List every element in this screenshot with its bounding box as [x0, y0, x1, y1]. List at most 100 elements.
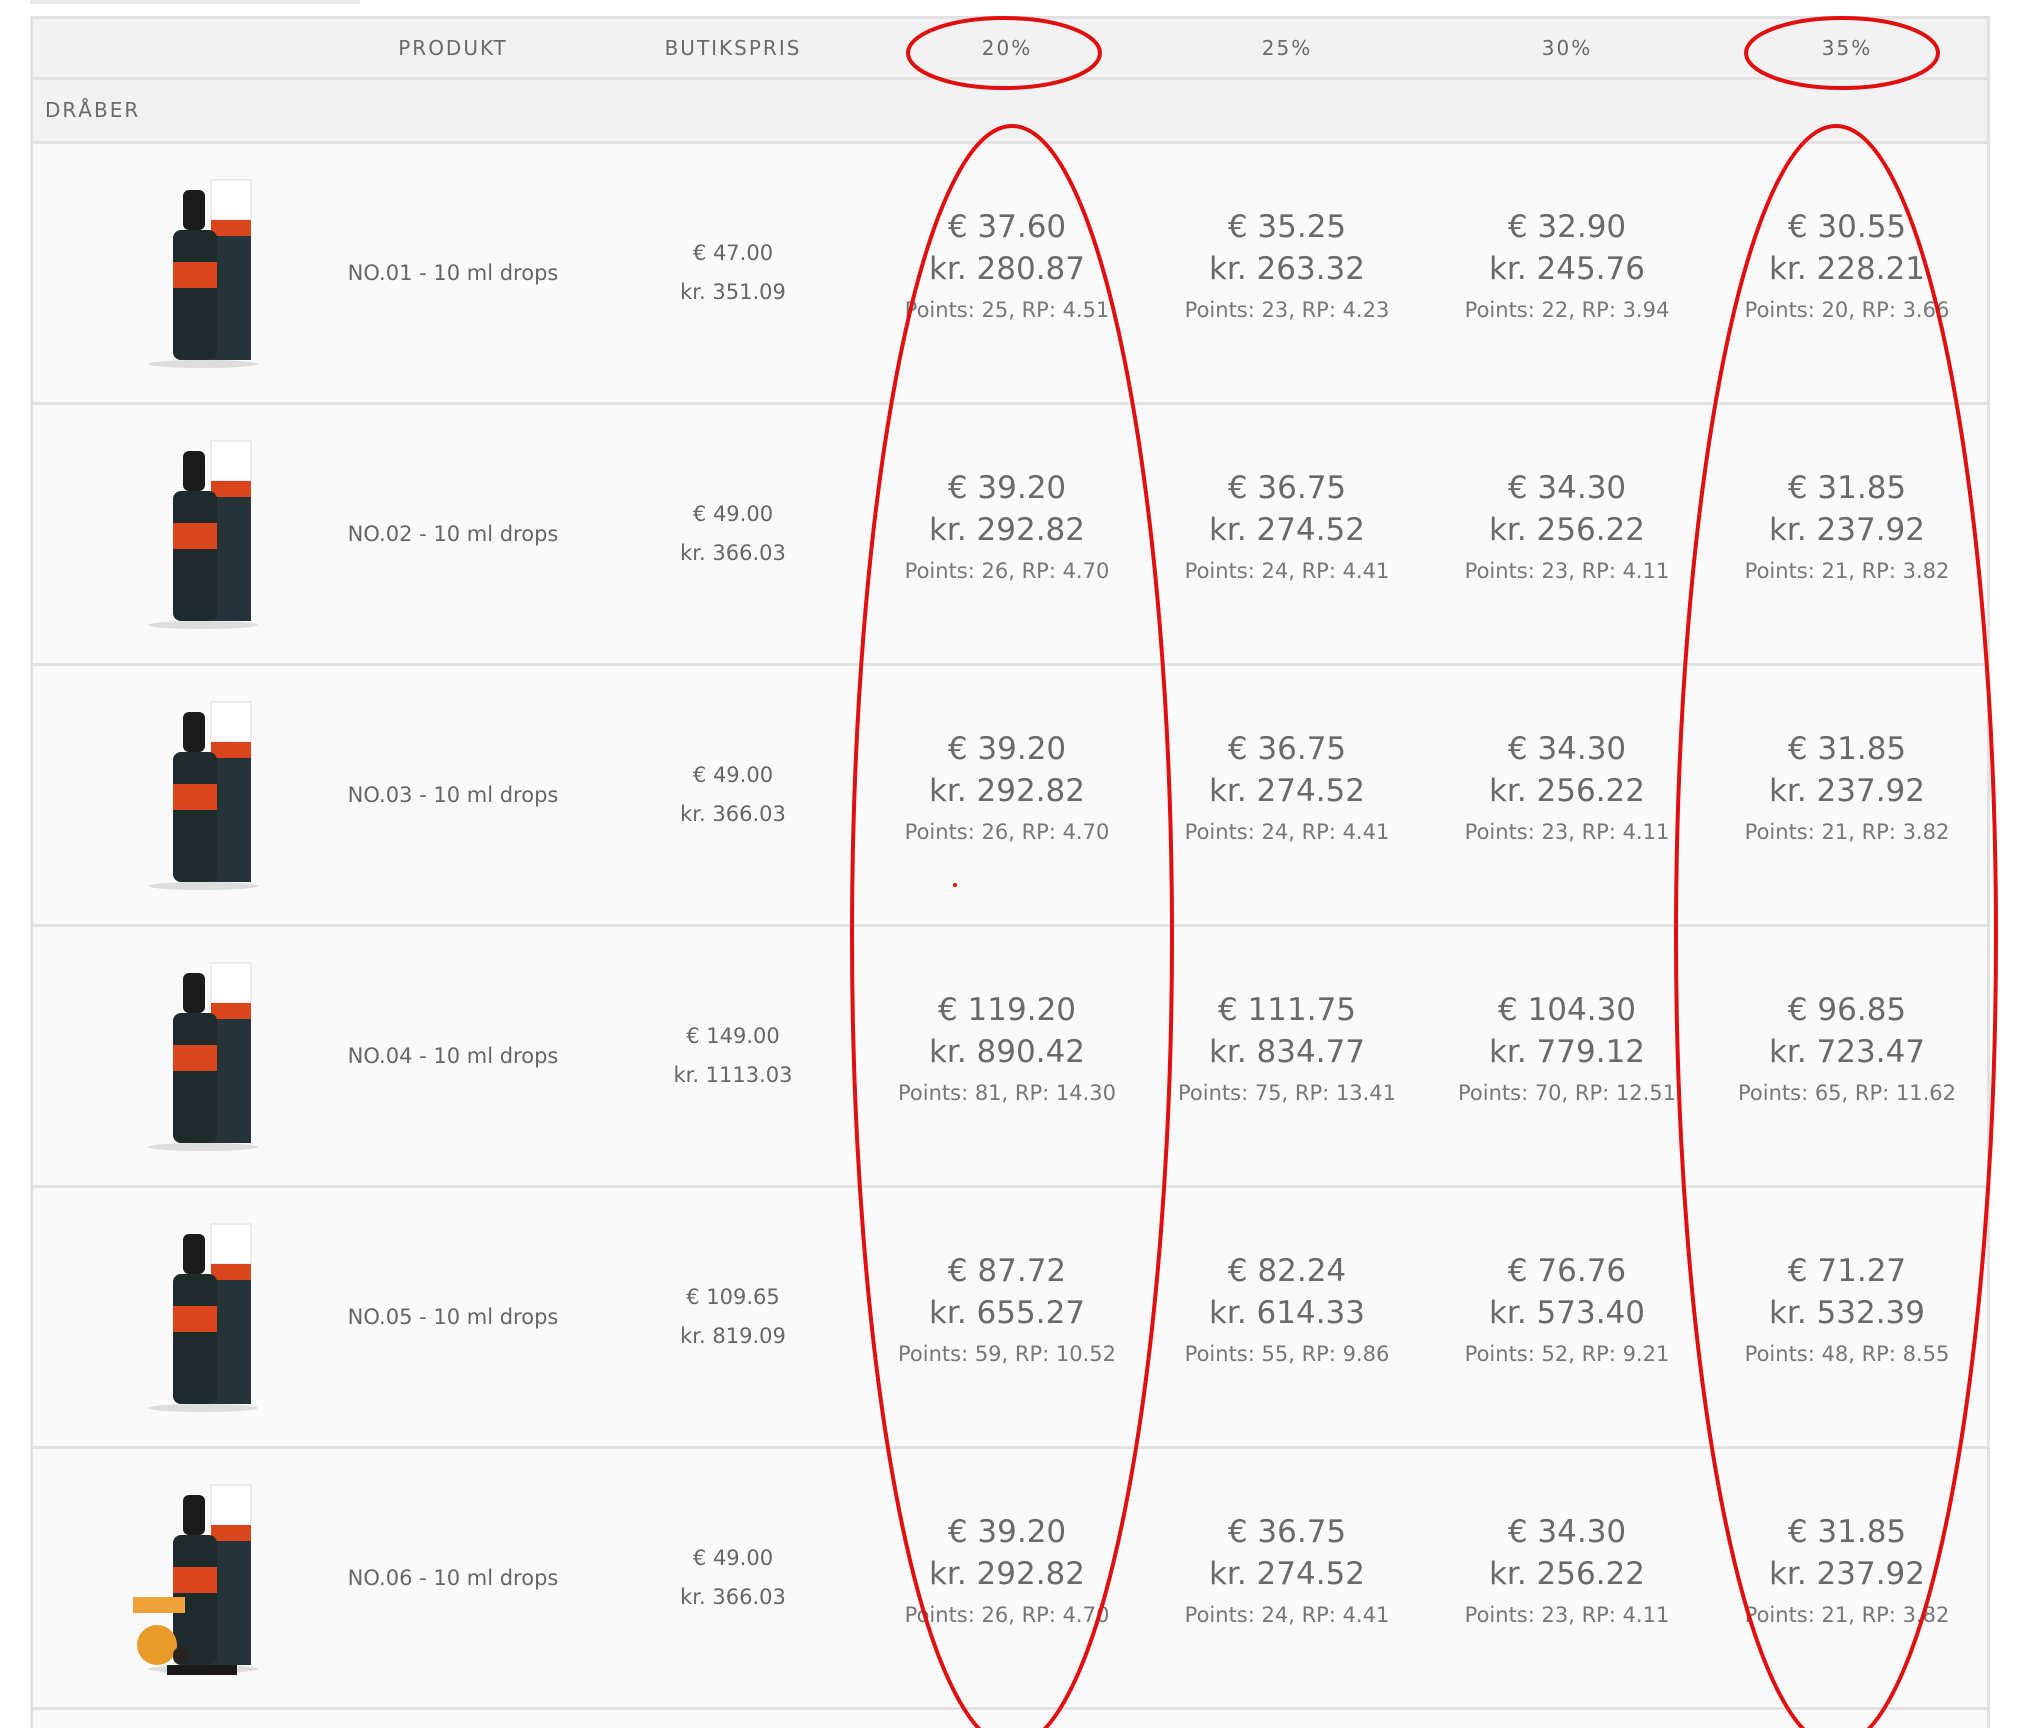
price-cell: € 96.85 kr. 723.47 Points: 65, RP: 11.62 — [1738, 989, 1956, 1113]
turmeric-tag-shape — [133, 1597, 185, 1613]
points-rp: Points: 26, RP: 4.70 — [904, 1603, 1110, 1627]
price-eur: € 32.90 — [1507, 209, 1627, 245]
bottle-body-shape — [173, 1274, 217, 1404]
price-kr: kr. 228.21 — [1768, 251, 1926, 287]
price-cell: € 31.85 kr. 237.92 Points: 21, RP: 3.82 — [1745, 1511, 1950, 1635]
points-rp: Points: 26, RP: 4.70 — [904, 559, 1110, 583]
retail-price: € 47.00 kr. 351.09 — [680, 234, 786, 312]
product-name: NO.04 - 10 ml drops — [347, 1044, 559, 1068]
price-kr: kr. 237.92 — [1768, 512, 1926, 548]
price-cell: € 71.27 kr. 532.39 Points: 48, RP: 8.55 — [1745, 1250, 1950, 1374]
price-kr: kr. 280.87 — [928, 251, 1086, 287]
box-top-shape — [210, 962, 252, 1004]
points-rp: Points: 23, RP: 4.11 — [1464, 1603, 1670, 1627]
price-eur: € 37.60 — [947, 209, 1067, 245]
price-eur: € 76.76 — [1507, 1253, 1627, 1289]
shadow-shape — [148, 621, 258, 629]
price-kr: kr. 655.27 — [928, 1295, 1086, 1331]
price-cell: € 36.75 kr. 274.52 Points: 24, RP: 4.41 — [1185, 1511, 1390, 1635]
shadow-shape — [148, 360, 258, 368]
header-row: PRODUKT BUTIKSPRIS 20% 25% 30% 35% — [33, 16, 1987, 80]
price-kr: kr. 614.33 — [1208, 1295, 1366, 1331]
turmeric-spice-shape — [137, 1625, 177, 1665]
price-cell: € 36.75 kr. 274.52 Points: 24, RP: 4.41 — [1185, 728, 1390, 852]
header-discount-20: 20% — [981, 36, 1033, 60]
points-rp: Points: 26, RP: 4.70 — [904, 820, 1110, 844]
retail-price-eur: € 109.65 — [686, 1285, 780, 1309]
retail-price: € 49.00 kr. 366.03 — [680, 495, 786, 573]
bottle-cap-shape — [183, 451, 205, 491]
price-cell: € 34.30 kr. 256.22 Points: 23, RP: 4.11 — [1465, 728, 1670, 852]
price-eur: € 119.20 — [937, 992, 1077, 1028]
box-stripe-shape — [211, 481, 251, 497]
price-eur: € 87.72 — [947, 1253, 1067, 1289]
price-eur: € 71.27 — [1787, 1253, 1907, 1289]
top-strip — [30, 0, 360, 4]
price-kr: kr. 779.12 — [1488, 1034, 1646, 1070]
price-table: PRODUKT BUTIKSPRIS 20% 25% 30% 35% DRÅBE… — [30, 16, 1990, 1728]
product-row: NO.06 - 10 ml drops € 49.00 kr. 366.03 €… — [33, 1449, 1987, 1710]
price-eur: € 36.75 — [1227, 1514, 1347, 1550]
price-eur: € 82.24 — [1227, 1253, 1347, 1289]
bottle-label-stripe-shape — [173, 1306, 217, 1332]
bottle-body-shape — [173, 752, 217, 882]
box-top-shape — [210, 440, 252, 482]
retail-price-kr: kr. 366.03 — [680, 1585, 786, 1609]
header-discount-25: 25% — [1261, 36, 1313, 60]
points-rp: Points: 22, RP: 3.94 — [1464, 298, 1670, 322]
price-cell: € 35.25 kr. 263.32 Points: 23, RP: 4.23 — [1185, 206, 1390, 330]
price-cell: € 87.72 kr. 655.27 Points: 59, RP: 10.52 — [898, 1250, 1116, 1374]
price-eur: € 34.30 — [1507, 470, 1627, 506]
price-kr: kr. 274.52 — [1208, 773, 1366, 809]
product-name: NO.06 - 10 ml drops — [347, 1566, 559, 1590]
price-kr: kr. 263.32 — [1208, 251, 1366, 287]
bottle-body-shape — [173, 1013, 217, 1143]
price-eur: € 30.55 — [1787, 209, 1907, 245]
box-stripe-shape — [211, 742, 251, 758]
shadow-shape — [148, 1404, 258, 1412]
retail-price-kr: kr. 1113.03 — [673, 1063, 793, 1087]
price-cell: € 76.76 kr. 573.40 Points: 52, RP: 9.21 — [1465, 1250, 1670, 1374]
bottle-cap-shape — [183, 190, 205, 230]
pepper-tag-shape — [167, 1665, 237, 1675]
product-image — [148, 179, 258, 368]
price-kr: kr. 237.92 — [1768, 773, 1926, 809]
price-cell: € 39.20 kr. 292.82 Points: 26, RP: 4.70 — [905, 1511, 1110, 1635]
bottle-body-shape — [173, 230, 217, 360]
product-name: NO.01 - 10 ml drops — [347, 261, 559, 285]
points-rp: Points: 21, RP: 3.82 — [1744, 1603, 1950, 1627]
price-cell: € 39.20 kr. 292.82 Points: 26, RP: 4.70 — [905, 728, 1110, 852]
points-rp: Points: 75, RP: 13.41 — [1177, 1081, 1397, 1105]
price-eur: € 39.20 — [947, 1514, 1067, 1550]
points-rp: Points: 81, RP: 14.30 — [897, 1081, 1117, 1105]
shadow-shape — [148, 882, 258, 890]
price-cell: € 104.30 kr. 779.12 Points: 70, RP: 12.5… — [1458, 989, 1676, 1113]
price-eur: € 104.30 — [1497, 992, 1637, 1028]
product-row: NO.02 - 10 ml drops € 49.00 kr. 366.03 €… — [33, 405, 1987, 666]
product-row: NO.01 - 10 ml drops € 47.00 kr. 351.09 €… — [33, 144, 1987, 405]
points-rp: Points: 24, RP: 4.41 — [1184, 1603, 1390, 1627]
header-butikspris: BUTIKSPRIS — [664, 36, 802, 60]
points-rp: Points: 24, RP: 4.41 — [1184, 820, 1390, 844]
bottle-label-stripe-shape — [173, 1567, 217, 1593]
price-cell: € 37.60 kr. 280.87 Points: 25, RP: 4.51 — [905, 206, 1110, 330]
retail-price-eur: € 49.00 — [692, 763, 774, 787]
price-kr: kr. 256.22 — [1488, 1556, 1646, 1592]
price-cell: € 36.75 kr. 274.52 Points: 24, RP: 4.41 — [1185, 467, 1390, 591]
points-rp: Points: 21, RP: 3.82 — [1744, 820, 1950, 844]
product-row: NO.03 - 10 ml drops € 49.00 kr. 366.03 €… — [33, 666, 1987, 927]
retail-price: € 49.00 kr. 366.03 — [680, 756, 786, 834]
price-kr: kr. 292.82 — [928, 1556, 1086, 1592]
price-eur: € 39.20 — [947, 470, 1067, 506]
box-top-shape — [210, 179, 252, 221]
points-rp: Points: 70, RP: 12.51 — [1457, 1081, 1677, 1105]
bottle-cap-shape — [183, 712, 205, 752]
points-rp: Points: 23, RP: 4.11 — [1464, 559, 1670, 583]
price-cell: € 82.24 kr. 614.33 Points: 55, RP: 9.86 — [1185, 1250, 1390, 1374]
retail-price-eur: € 49.00 — [692, 1546, 774, 1570]
price-eur: € 31.85 — [1787, 731, 1907, 767]
product-name: NO.05 - 10 ml drops — [347, 1305, 559, 1329]
price-cell: € 111.75 kr. 834.77 Points: 75, RP: 13.4… — [1178, 989, 1396, 1113]
bottle-cap-shape — [183, 1495, 205, 1535]
price-cell: € 39.20 kr. 292.82 Points: 26, RP: 4.70 — [905, 467, 1110, 591]
